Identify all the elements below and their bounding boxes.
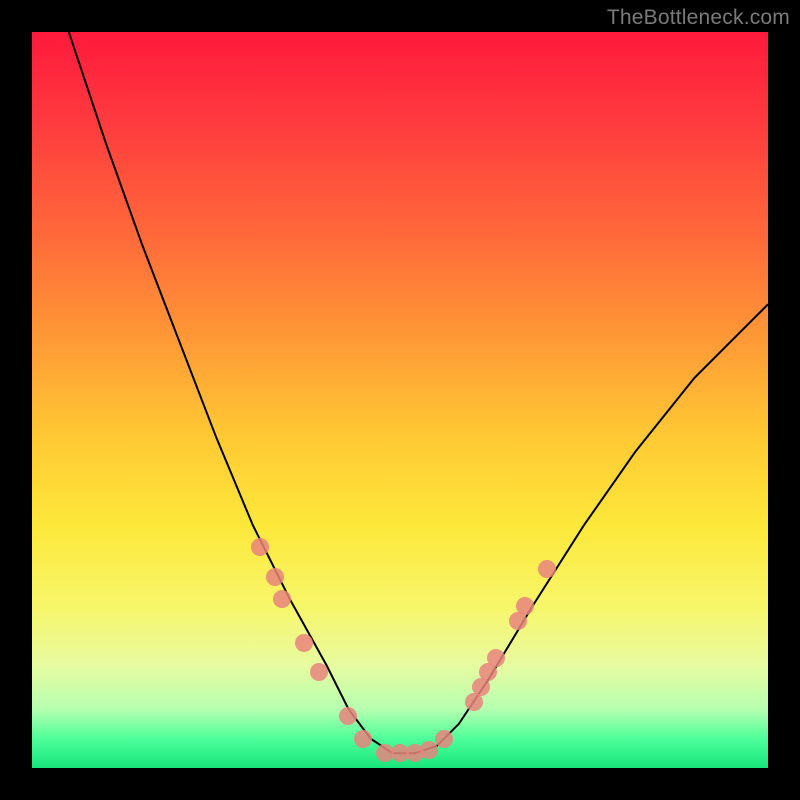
data-marker [487,649,505,667]
watermark-text: TheBottleneck.com [607,6,790,30]
curve-svg [32,32,768,768]
data-marker [339,707,357,725]
data-marker [295,634,313,652]
data-marker [516,597,534,615]
data-marker [354,730,372,748]
data-marker [435,730,453,748]
data-marker [310,663,328,681]
plot-area [32,32,768,768]
chart-frame: TheBottleneck.com [0,0,800,800]
data-marker [273,590,291,608]
data-marker [538,560,556,578]
bottleneck-curve [69,32,768,753]
data-marker [266,568,284,586]
data-marker [251,538,269,556]
